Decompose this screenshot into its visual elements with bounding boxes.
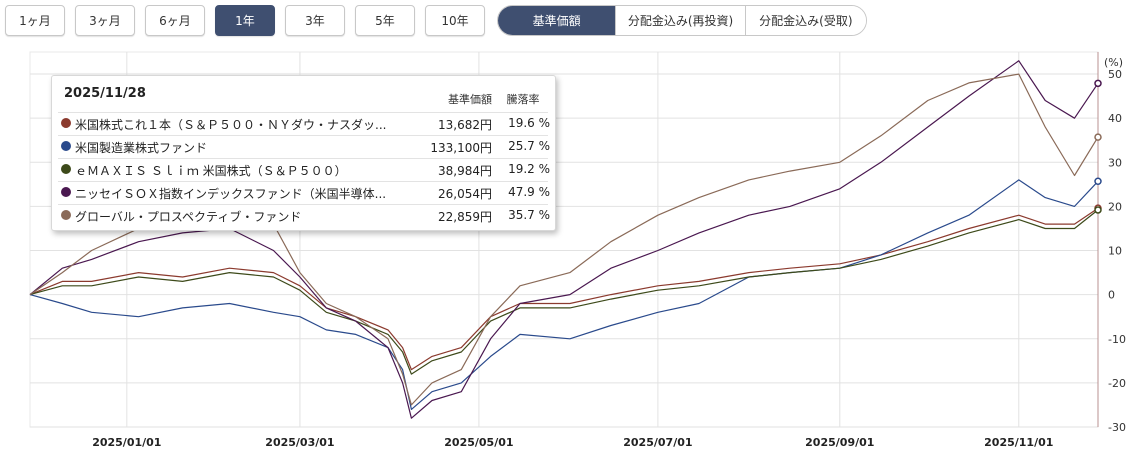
x-tick-label: 2025/01/01 bbox=[92, 436, 161, 449]
chart-tooltip: 2025/11/28 基準価額 騰落率 米国株式これ１本（Ｓ＆Ｐ５００・ＮＹダウ… bbox=[51, 75, 556, 231]
mode-button-2[interactable]: 分配金込み(再投資) bbox=[616, 6, 746, 35]
tooltip-series-name: ｅＭＡＸＩＳ Ｓｌｉｍ 米国株式（Ｓ＆Ｐ５００） bbox=[75, 164, 347, 178]
mode-button-1[interactable]: 基準価額 bbox=[498, 6, 617, 35]
series-marker-icon bbox=[61, 118, 71, 128]
tooltip-row: グローバル・プロスペクティブ・ファンド 22,859円 35.7 % bbox=[58, 204, 550, 227]
series-marker-icon bbox=[61, 187, 71, 197]
display-mode-toggle: 基準価額 分配金込み(再投資) 分配金込み(受取) bbox=[497, 5, 867, 36]
tooltip-series-rate: 19.6 % bbox=[508, 116, 550, 130]
series-marker-icon bbox=[61, 141, 71, 151]
tooltip-series-name: 米国製造業株式ファンド bbox=[75, 141, 208, 155]
x-tick-label: 2025/03/01 bbox=[265, 436, 334, 449]
tooltip-header-price: 基準価額 bbox=[448, 93, 492, 106]
tooltip-series-rate: 35.7 % bbox=[508, 208, 550, 222]
series-end-point-5 bbox=[1094, 133, 1102, 141]
tooltip-series-name: ニッセイＳＯＸ指数インデックスファンド（米国半導体... bbox=[75, 187, 387, 201]
tooltip-series-rate: 47.9 % bbox=[508, 185, 550, 199]
tooltip-row: 米国製造業株式ファンド 133,100円 25.7 % bbox=[58, 135, 550, 158]
tooltip-series-price: 133,100円 bbox=[430, 141, 492, 155]
series-end-point-2 bbox=[1094, 177, 1102, 186]
y-tick-label: -10 bbox=[1108, 333, 1126, 346]
x-tick-label: 2025/11/01 bbox=[984, 436, 1053, 449]
y-tick-label: 50 bbox=[1108, 68, 1122, 81]
range-button-1[interactable]: 1ヶ月 bbox=[5, 5, 65, 36]
y-tick-label: 10 bbox=[1108, 245, 1122, 258]
toolbar: 1ヶ月 3ヶ月 6ヶ月 1年 3年 5年 10年 基準価額 分配金込み(再投資) 分配金込み(受取… bbox=[0, 0, 1135, 42]
tooltip-series-name: 米国株式これ１本（Ｓ＆Ｐ５００・ＮＹダウ・ナスダッ... bbox=[75, 118, 387, 132]
x-tick-label: 2025/05/01 bbox=[444, 436, 513, 449]
range-button-2[interactable]: 3ヶ月 bbox=[75, 5, 135, 36]
y-tick-label: -20 bbox=[1108, 377, 1126, 390]
series-end-point-3 bbox=[1094, 206, 1102, 214]
y-tick-label: 30 bbox=[1108, 156, 1122, 169]
y-tick-label: 20 bbox=[1108, 200, 1122, 213]
tooltip-series-price: 22,859円 bbox=[438, 210, 492, 224]
y-tick-label: 0 bbox=[1108, 289, 1115, 302]
tooltip-date: 2025/11/28 bbox=[64, 86, 146, 101]
tooltip-row: ニッセイＳＯＸ指数インデックスファンド（米国半導体... 26,054円 47.9 … bbox=[58, 181, 550, 204]
range-button-3[interactable]: 6ヶ月 bbox=[145, 5, 205, 36]
series-marker-icon bbox=[61, 164, 71, 174]
series-marker-icon bbox=[61, 210, 71, 220]
tooltip-header-rate: 騰落率 bbox=[506, 93, 540, 106]
x-tick-label: 2025/09/01 bbox=[805, 436, 874, 449]
tooltip-series-rate: 19.2 % bbox=[508, 162, 550, 176]
tooltip-series-rate: 25.7 % bbox=[508, 139, 550, 153]
y-tick-label: 40 bbox=[1108, 112, 1122, 125]
range-button-4[interactable]: 1年 bbox=[215, 5, 275, 36]
range-button-6[interactable]: 5年 bbox=[355, 5, 415, 36]
range-button-7[interactable]: 10年 bbox=[425, 5, 485, 36]
tooltip-series-price: 26,054円 bbox=[438, 187, 492, 201]
series-end-point-4 bbox=[1094, 79, 1102, 88]
y-axis-unit: (%) bbox=[1104, 56, 1123, 69]
tooltip-row: ｅＭＡＸＩＳ Ｓｌｉｍ 米国株式（Ｓ＆Ｐ５００） 38,984円 19.2 % bbox=[58, 158, 550, 181]
x-tick-label: 2025/07/01 bbox=[623, 436, 692, 449]
range-button-5[interactable]: 3年 bbox=[285, 5, 345, 36]
tooltip-series-price: 38,984円 bbox=[438, 164, 492, 178]
tooltip-row: 米国株式これ１本（Ｓ＆Ｐ５００・ＮＹダウ・ナスダッ... 13,682円 19.6 … bbox=[58, 112, 550, 135]
mode-button-3[interactable]: 分配金込み(受取) bbox=[745, 6, 866, 35]
y-tick-label: -30 bbox=[1108, 421, 1126, 434]
tooltip-series-name: グローバル・プロスペクティブ・ファンド bbox=[75, 210, 302, 224]
series-line-3 bbox=[29, 209, 1099, 375]
tooltip-series-price: 13,682円 bbox=[438, 118, 492, 132]
